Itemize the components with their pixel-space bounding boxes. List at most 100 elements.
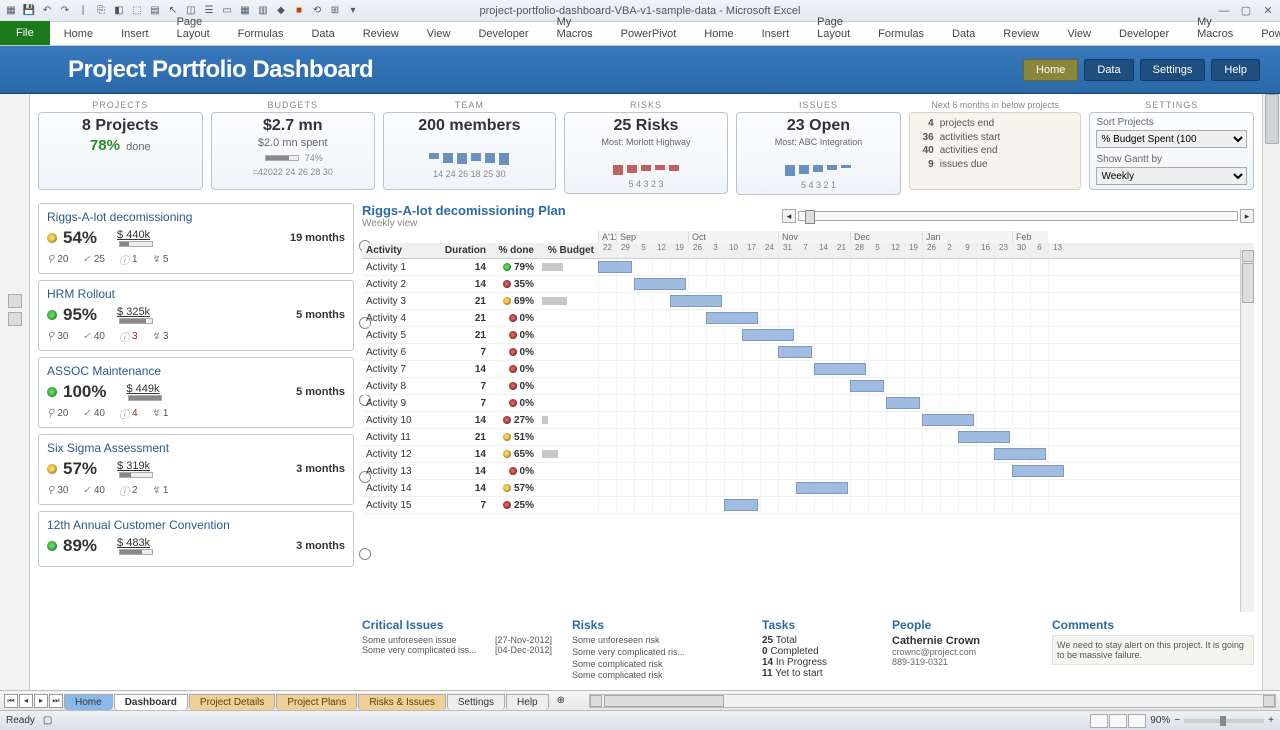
hscroll-thumb[interactable] — [604, 695, 724, 707]
gantt-row: Activity 870% — [362, 378, 1254, 395]
scroll-thumb[interactable] — [1265, 94, 1279, 144]
qat-btn[interactable]: ⊞ — [328, 4, 342, 18]
risk-text: Some unforeseen risk — [572, 635, 742, 647]
gantt-cells — [598, 276, 1254, 292]
view-normal-icon[interactable] — [1090, 714, 1108, 728]
ribbon-tab[interactable]: Review — [989, 23, 1053, 45]
comments-title: Comments — [1052, 618, 1254, 632]
qat-btn[interactable]: ◧ — [112, 4, 126, 18]
nav-settings-button[interactable]: Settings — [1140, 59, 1206, 81]
qat-btn[interactable]: ▥ — [256, 4, 270, 18]
activity-pct: 25% — [514, 500, 534, 511]
gantt-prev-icon[interactable]: ◂ — [782, 209, 796, 223]
ribbon-tab-view[interactable]: View — [413, 23, 465, 45]
nav-help-button[interactable]: Help — [1211, 59, 1260, 81]
file-tab[interactable]: File — [0, 21, 50, 45]
ribbon-tab-review[interactable]: Review — [349, 23, 413, 45]
ribbon-tab[interactable]: Page Layout — [803, 11, 864, 45]
hscroll-right-icon[interactable] — [1263, 695, 1275, 707]
undo-icon[interactable]: ↶ — [40, 4, 54, 18]
zoom-in-icon[interactable]: + — [1268, 715, 1274, 726]
gantt-row: Activity 670% — [362, 344, 1254, 361]
activity-duration: 21 — [434, 311, 490, 326]
scroll-up-icon[interactable] — [1242, 250, 1254, 262]
sheet-nav-first-icon[interactable]: ⏮ — [4, 694, 18, 708]
gantt-days: 2229512192631017243171421285121926291623… — [598, 243, 1066, 258]
gutter-btn[interactable] — [8, 312, 22, 326]
qat-btn[interactable]: ⎘ — [94, 4, 108, 18]
project-card[interactable]: Six Sigma Assessment57%$ 319k3 months⚲ 3… — [38, 434, 354, 505]
project-card[interactable]: Riggs-A-lot decomissioning54%$ 440k19 mo… — [38, 203, 354, 274]
status-dot — [503, 484, 511, 492]
qat-btn[interactable]: ■ — [292, 4, 306, 18]
ribbon-tab-home[interactable]: Home — [50, 23, 107, 45]
sheet-nav-last-icon[interactable]: ⏭ — [49, 694, 63, 708]
save-icon[interactable]: 💾 — [22, 4, 36, 18]
ribbon-tab[interactable]: Formulas — [864, 23, 938, 45]
qat-btn[interactable]: ◆ — [274, 4, 288, 18]
gantt-select[interactable]: Weekly — [1096, 167, 1247, 185]
project-card[interactable]: HRM Rollout95%$ 325k5 months⚲ 30✓ 40ⓘ 3↯… — [38, 280, 354, 351]
view-break-icon[interactable] — [1128, 714, 1146, 728]
nav-home-button[interactable]: Home — [1023, 59, 1078, 81]
ribbon-tab[interactable]: View — [1053, 23, 1105, 45]
gutter-btn[interactable] — [8, 294, 22, 308]
gantt-month: Oct — [688, 231, 778, 243]
project-pct: 100% — [63, 382, 106, 402]
vertical-scrollbar[interactable] — [1262, 94, 1280, 690]
zoom-out-icon[interactable]: − — [1174, 715, 1180, 726]
redo-icon[interactable]: ↷ — [58, 4, 72, 18]
sort-select[interactable]: % Budget Spent (100 — [1096, 130, 1247, 148]
new-sheet-icon[interactable]: ⊕ — [553, 693, 569, 708]
ribbon-tab-insert[interactable]: Insert — [107, 23, 163, 45]
gantt-timeline-slider[interactable] — [798, 211, 1238, 221]
ribbon-tab-formulas[interactable]: Formulas — [224, 23, 298, 45]
ribbon-tab-developer[interactable]: Developer — [464, 23, 542, 45]
sheet-nav-next-icon[interactable]: ▸ — [34, 694, 48, 708]
qat-btn[interactable]: ▤ — [148, 4, 162, 18]
sheet-tab-help[interactable]: Help — [506, 694, 549, 710]
ribbon-tab[interactable]: Home — [690, 23, 747, 45]
view-page-icon[interactable] — [1109, 714, 1127, 728]
summary-count: 4 — [912, 117, 934, 131]
qat-btn[interactable]: ▦ — [238, 4, 252, 18]
gantt-day: 22 — [598, 243, 616, 258]
sheet-tab-settings[interactable]: Settings — [447, 694, 505, 710]
ribbon-tab-page-layout[interactable]: Page Layout — [163, 11, 224, 45]
zoom-slider[interactable] — [1184, 719, 1264, 723]
gantt-vscroll[interactable] — [1240, 249, 1254, 612]
ribbon-tab[interactable]: Insert — [748, 23, 804, 45]
hscroll-left-icon[interactable] — [590, 695, 602, 707]
gantt-next-icon[interactable]: ▸ — [1240, 209, 1254, 223]
sheet-tab-dashboard[interactable]: Dashboard — [114, 694, 188, 710]
qat-btn[interactable]: ⬚ — [130, 4, 144, 18]
ribbon-tab[interactable]: PowerPivot — [1247, 23, 1280, 45]
project-name: Riggs-A-lot decomissioning — [47, 210, 345, 224]
sheet-tab-project-plans[interactable]: Project Plans — [276, 694, 357, 710]
sheet-tab-home[interactable]: Home — [64, 694, 113, 710]
sheet-tab-project-details[interactable]: Project Details — [189, 694, 275, 710]
sheet-tab-risks-issues[interactable]: Risks & Issues — [358, 694, 446, 710]
qat-btn[interactable]: ⟲ — [310, 4, 324, 18]
ribbon-tab[interactable]: My Macros — [1183, 11, 1247, 45]
scroll-thumb[interactable] — [1242, 263, 1254, 303]
ribbon-tab[interactable]: Developer — [1105, 23, 1183, 45]
ribbon-tab-data[interactable]: Data — [297, 23, 348, 45]
issue-text: Some very complicated iss... — [362, 645, 477, 655]
ribbon-tab[interactable]: Data — [938, 23, 989, 45]
ribbon-tab-powerpivot[interactable]: PowerPivot — [607, 23, 691, 45]
project-card[interactable]: ASSOC Maintenance100%$ 449k5 months⚲ 20✓… — [38, 357, 354, 428]
project-card[interactable]: 12th Annual Customer Convention89%$ 483k… — [38, 511, 354, 567]
gantt-row: Activity 5210% — [362, 327, 1254, 344]
sheet-nav-prev-icon[interactable]: ◂ — [19, 694, 33, 708]
gantt-month: Sep — [616, 231, 688, 243]
close-icon[interactable]: ✕ — [1260, 4, 1276, 18]
activity-pct: 65% — [514, 449, 534, 460]
status-dot — [47, 310, 57, 320]
nav-data-button[interactable]: Data — [1084, 59, 1133, 81]
macro-record-icon[interactable]: ▢ — [43, 715, 52, 726]
horizontal-scrollbar[interactable] — [589, 694, 1276, 708]
qat-dropdown-icon[interactable]: ▾ — [346, 4, 360, 18]
status-dot — [509, 314, 517, 322]
stat-issues: ⓘ 2 — [119, 483, 138, 498]
